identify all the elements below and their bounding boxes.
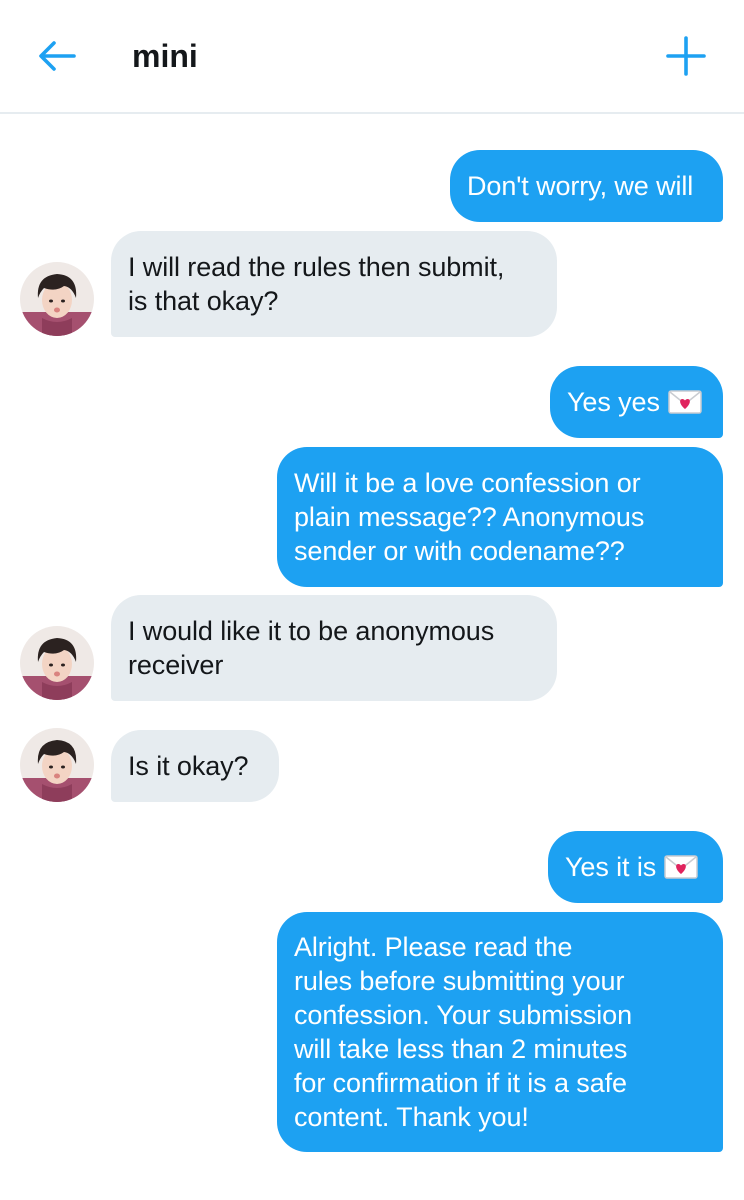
message-text: Is it okay? (128, 751, 249, 781)
message-bubble-sent[interactable]: Don't worry, we will (450, 150, 723, 222)
message-text: Yes it is (565, 852, 657, 882)
conversation-title: mini (132, 38, 198, 74)
message-bubble-sent[interactable]: Alright. Please read the rules before su… (277, 912, 723, 1152)
love-letter-icon (668, 390, 702, 414)
message-bubble-sent[interactable]: Yes yes (550, 366, 723, 438)
message-text: I would like it to be anonymous receiver (128, 616, 495, 680)
avatar[interactable] (20, 626, 94, 700)
back-button[interactable] (32, 36, 82, 76)
avatar[interactable] (20, 728, 94, 802)
message-thread: Don't worry, we will I will read the rul… (0, 114, 744, 1200)
message-text: Alright. Please read the rules before su… (294, 932, 633, 1132)
message-text: I will read the rules then submit, is th… (128, 252, 505, 316)
message-text: Yes yes (567, 387, 660, 417)
message-bubble-received[interactable]: I would like it to be anonymous receiver (111, 595, 557, 701)
message-bubble-sent[interactable]: Will it be a love confession or plain me… (277, 447, 723, 587)
conversation-header: mini (0, 0, 744, 114)
message-bubble-received[interactable]: Is it okay? (111, 730, 279, 802)
plus-icon (666, 36, 706, 76)
love-letter-icon (664, 855, 698, 879)
message-text: Don't worry, we will (467, 171, 694, 201)
avatar[interactable] (20, 262, 94, 336)
arrow-left-icon (39, 41, 76, 71)
add-button[interactable] (664, 34, 708, 78)
message-text: Will it be a love confession or plain me… (294, 468, 645, 566)
message-bubble-received[interactable]: I will read the rules then submit, is th… (111, 231, 557, 337)
message-bubble-sent[interactable]: Yes it is (548, 831, 723, 903)
